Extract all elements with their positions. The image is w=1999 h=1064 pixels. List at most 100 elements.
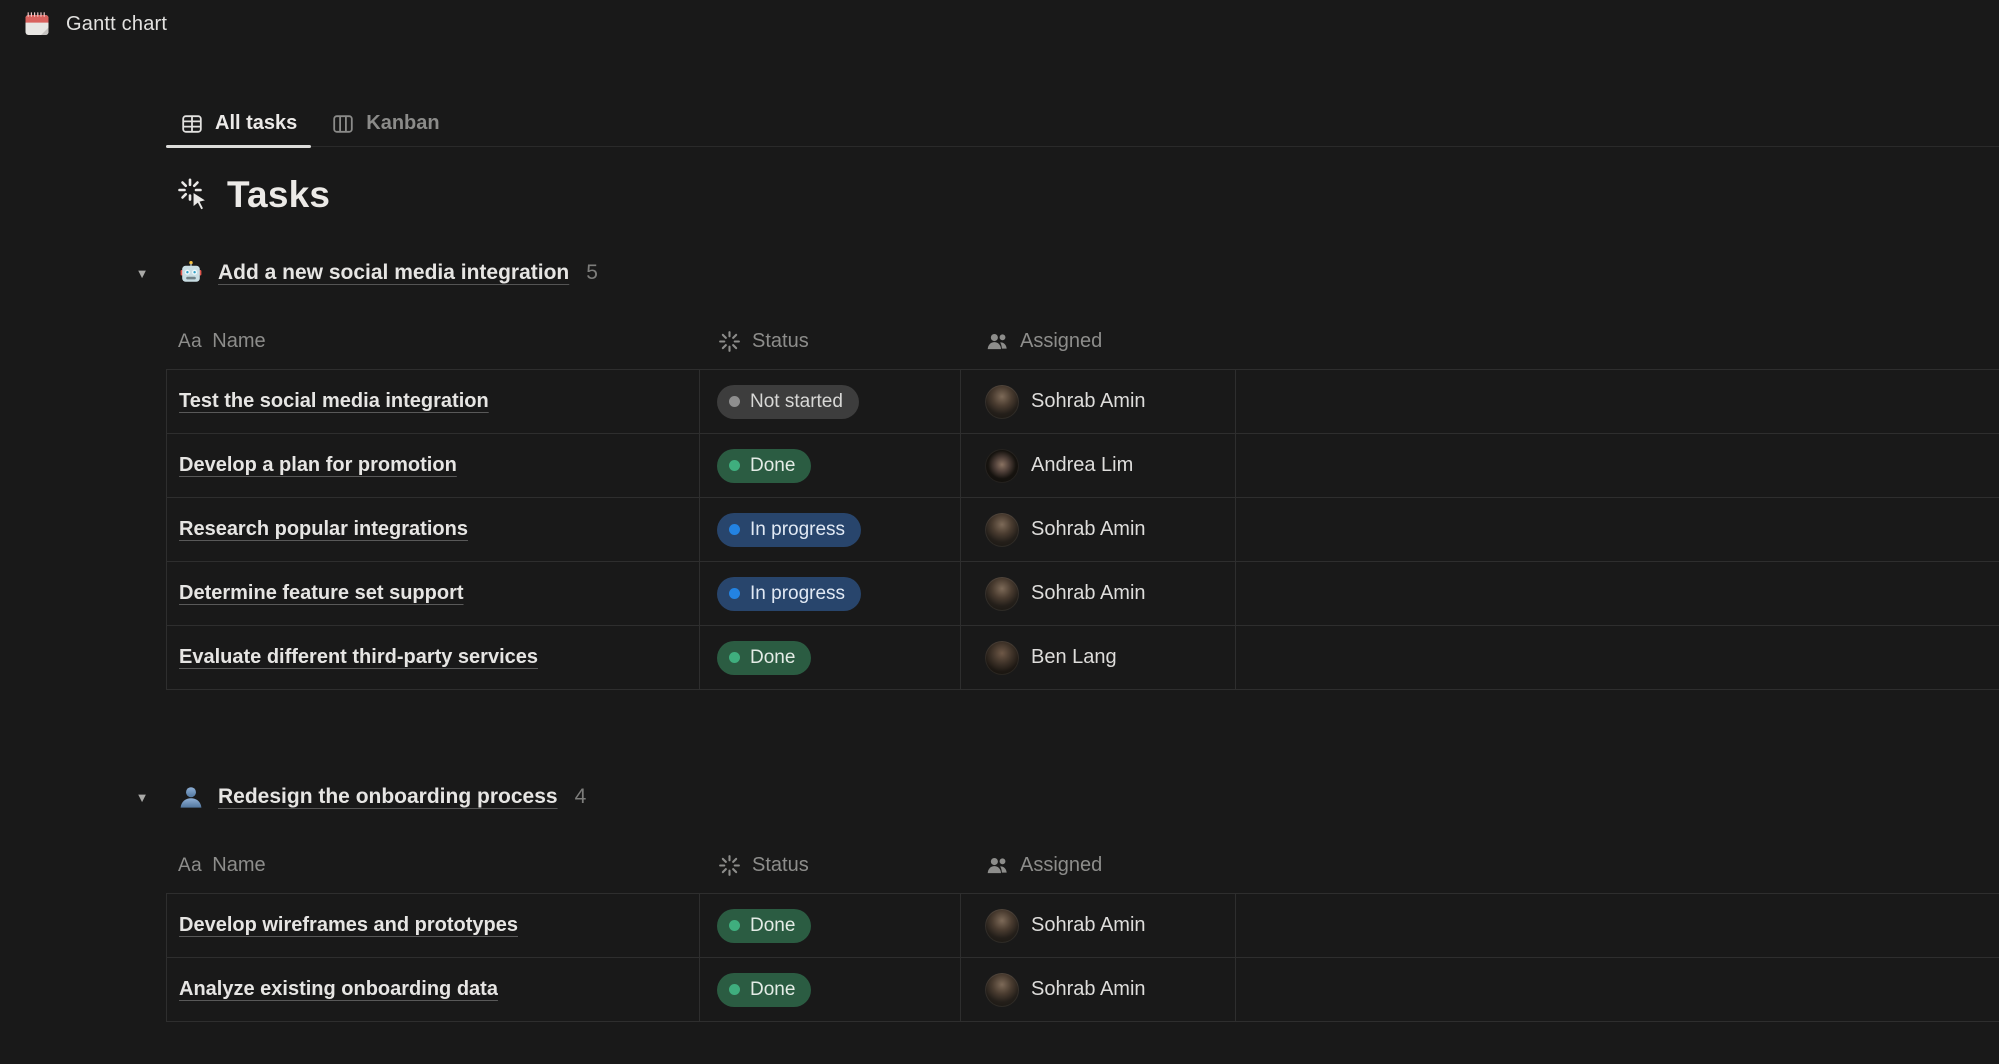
group-title-link[interactable]: Redesign the onboarding process bbox=[218, 785, 558, 809]
assigned-cell[interactable]: Andrea Lim bbox=[961, 434, 1236, 497]
name-cell[interactable]: Develop a plan for promotion bbox=[166, 434, 700, 497]
assigned-cell[interactable]: Ben Lang bbox=[961, 626, 1236, 689]
status-dot-icon bbox=[729, 652, 740, 663]
assignee-name: Sohrab Amin bbox=[1031, 518, 1146, 541]
column-header-status[interactable]: Status bbox=[700, 314, 961, 369]
avatar bbox=[985, 973, 1019, 1007]
assigned-cell[interactable]: Sohrab Amin bbox=[961, 498, 1236, 561]
status-cell[interactable]: In progress bbox=[700, 562, 961, 625]
name-cell[interactable]: Test the social media integration bbox=[166, 370, 700, 433]
table-header-row: Aa Name Status bbox=[166, 838, 1999, 894]
status-badge[interactable]: Not started bbox=[717, 385, 859, 419]
row-spacer bbox=[1236, 370, 1999, 433]
database-heading: Tasks bbox=[176, 170, 330, 220]
task-name-link[interactable]: Research popular integrations bbox=[179, 518, 468, 541]
collapse-toggle-icon[interactable]: ▼ bbox=[130, 266, 154, 281]
status-cell[interactable]: Not started bbox=[700, 370, 961, 433]
robot-emoji bbox=[178, 260, 204, 286]
assigned-cell[interactable]: Sohrab Amin bbox=[961, 894, 1236, 957]
group-title-link[interactable]: Add a new social media integration bbox=[218, 261, 569, 285]
avatar bbox=[985, 641, 1019, 675]
tab-all-tasks[interactable]: All tasks bbox=[166, 101, 311, 146]
status-badge[interactable]: Done bbox=[717, 449, 811, 483]
view-tabs: All tasks Kanban bbox=[166, 101, 1999, 147]
group-count: 5 bbox=[586, 261, 598, 285]
status-cell[interactable]: Done bbox=[700, 626, 961, 689]
status-dot-icon bbox=[729, 920, 740, 931]
status-dot-icon bbox=[729, 524, 740, 535]
status-badge[interactable]: In progress bbox=[717, 577, 861, 611]
assigned-cell[interactable]: Sohrab Amin bbox=[961, 958, 1236, 1021]
status-label: In progress bbox=[750, 583, 845, 605]
status-label: Not started bbox=[750, 391, 843, 413]
assigned-cell[interactable]: Sohrab Amin bbox=[961, 370, 1236, 433]
click-cursor-icon[interactable] bbox=[176, 177, 212, 213]
table-row[interactable]: Analyze existing onboarding data Done So… bbox=[166, 958, 1999, 1022]
assignee-name: Sohrab Amin bbox=[1031, 390, 1146, 413]
name-cell[interactable]: Develop wireframes and prototypes bbox=[166, 894, 700, 957]
table-row[interactable]: Evaluate different third-party services … bbox=[166, 626, 1999, 690]
assignee-name: Sohrab Amin bbox=[1031, 914, 1146, 937]
status-badge[interactable]: In progress bbox=[717, 513, 861, 547]
status-dot-icon bbox=[729, 588, 740, 599]
column-header-name[interactable]: Aa Name bbox=[166, 314, 700, 369]
assignee-name: Sohrab Amin bbox=[1031, 582, 1146, 605]
task-name-link[interactable]: Develop wireframes and prototypes bbox=[179, 914, 518, 937]
table-row[interactable]: Determine feature set support In progres… bbox=[166, 562, 1999, 626]
page-heading-title: Tasks bbox=[227, 174, 330, 216]
status-cell[interactable]: Done bbox=[700, 958, 961, 1021]
group-count: 4 bbox=[575, 785, 587, 809]
name-cell[interactable]: Determine feature set support bbox=[166, 562, 700, 625]
status-badge[interactable]: Done bbox=[717, 641, 811, 675]
task-name-link[interactable]: Determine feature set support bbox=[179, 582, 464, 605]
column-label: Assigned bbox=[1020, 854, 1102, 877]
name-cell[interactable]: Evaluate different third-party services bbox=[166, 626, 700, 689]
table-row[interactable]: Develop wireframes and prototypes Done S… bbox=[166, 894, 1999, 958]
task-name-link[interactable]: Develop a plan for promotion bbox=[179, 454, 457, 477]
column-header-spacer bbox=[1236, 838, 1999, 893]
page-header: Gantt chart bbox=[23, 10, 167, 38]
row-spacer bbox=[1236, 434, 1999, 497]
row-spacer bbox=[1236, 562, 1999, 625]
table-row[interactable]: Research popular integrations In progres… bbox=[166, 498, 1999, 562]
group-header: ▼ Redesign the onboarding process 4 bbox=[0, 777, 1999, 817]
people-icon bbox=[985, 853, 1010, 878]
task-group: ▼ Add a new social media integration 5 A… bbox=[0, 253, 1999, 690]
status-cell[interactable]: Done bbox=[700, 434, 961, 497]
tab-kanban[interactable]: Kanban bbox=[317, 101, 453, 146]
column-header-assigned[interactable]: Assigned bbox=[961, 314, 1236, 369]
task-name-link[interactable]: Evaluate different third-party services bbox=[179, 646, 538, 669]
status-badge[interactable]: Done bbox=[717, 909, 811, 943]
status-dot-icon bbox=[729, 984, 740, 995]
task-name-link[interactable]: Test the social media integration bbox=[179, 390, 489, 413]
table-body: Test the social media integration Not st… bbox=[166, 370, 1999, 690]
column-label: Name bbox=[212, 330, 265, 353]
table-row[interactable]: Develop a plan for promotion Done Andrea… bbox=[166, 434, 1999, 498]
name-cell[interactable]: Analyze existing onboarding data bbox=[166, 958, 700, 1021]
status-cell[interactable]: Done bbox=[700, 894, 961, 957]
text-property-icon: Aa bbox=[178, 855, 202, 877]
collapse-toggle-icon[interactable]: ▼ bbox=[130, 790, 154, 805]
assigned-cell[interactable]: Sohrab Amin bbox=[961, 562, 1236, 625]
spiral-calendar-icon[interactable] bbox=[23, 10, 51, 38]
column-header-assigned[interactable]: Assigned bbox=[961, 838, 1236, 893]
status-badge[interactable]: Done bbox=[717, 973, 811, 1007]
status-dot-icon bbox=[729, 396, 740, 407]
avatar bbox=[985, 385, 1019, 419]
tab-label: All tasks bbox=[215, 112, 297, 135]
text-property-icon: Aa bbox=[178, 331, 202, 353]
avatar bbox=[985, 909, 1019, 943]
row-spacer bbox=[1236, 626, 1999, 689]
table-row[interactable]: Test the social media integration Not st… bbox=[166, 370, 1999, 434]
tasks-table: Aa Name Status bbox=[166, 838, 1999, 1022]
name-cell[interactable]: Research popular integrations bbox=[166, 498, 700, 561]
task-name-link[interactable]: Analyze existing onboarding data bbox=[179, 978, 498, 1001]
column-header-status[interactable]: Status bbox=[700, 838, 961, 893]
board-icon bbox=[331, 112, 355, 136]
column-label: Assigned bbox=[1020, 330, 1102, 353]
column-header-spacer bbox=[1236, 314, 1999, 369]
people-icon bbox=[985, 329, 1010, 354]
status-label: Done bbox=[750, 979, 795, 1001]
column-header-name[interactable]: Aa Name bbox=[166, 838, 700, 893]
status-cell[interactable]: In progress bbox=[700, 498, 961, 561]
